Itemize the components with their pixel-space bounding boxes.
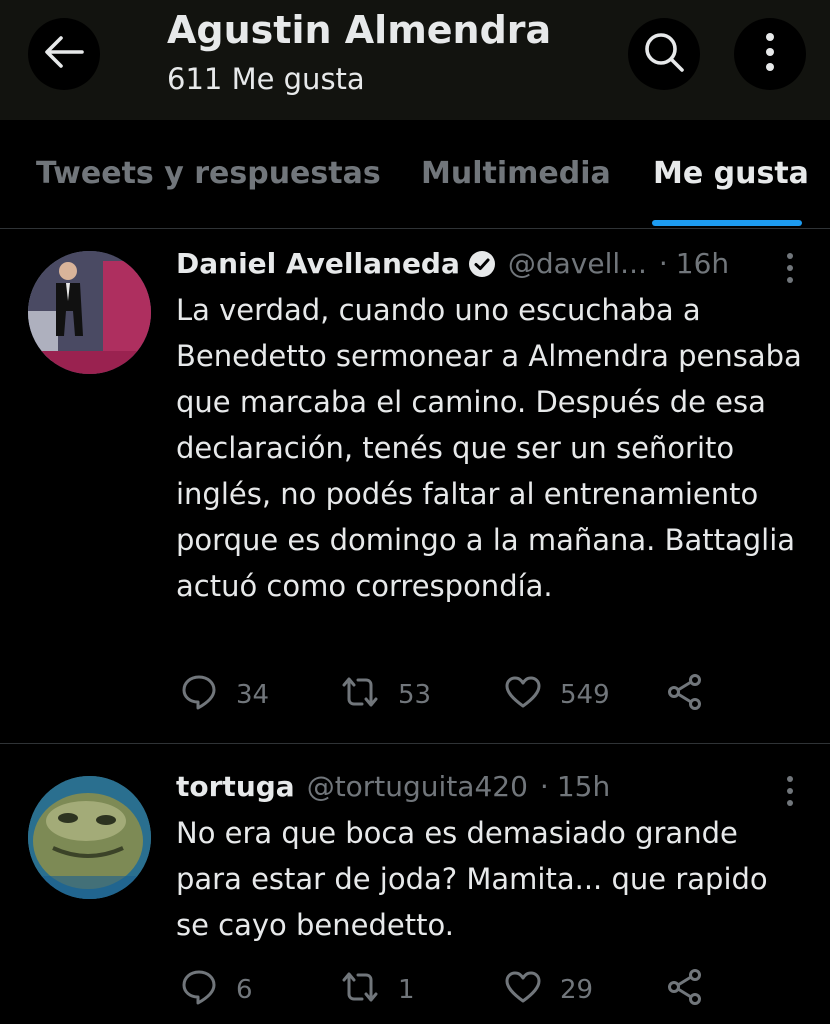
like-count: 549 — [560, 680, 610, 710]
separator-dot: · — [658, 247, 668, 280]
search-icon — [643, 31, 685, 77]
retweet-icon — [340, 675, 380, 716]
like-button[interactable]: 549 — [504, 675, 610, 715]
profile-tabs: Tweets y respuestas Multimedia Me gusta — [0, 120, 830, 229]
tweet-more-button[interactable] — [780, 776, 800, 806]
verified-badge-icon — [468, 250, 496, 278]
tweet-more-button[interactable] — [780, 253, 800, 283]
retweet-button[interactable]: 1 — [340, 970, 415, 1010]
reply-button[interactable]: 6 — [180, 970, 253, 1010]
arrow-left-icon — [44, 35, 84, 73]
tweet-header: tortuga @tortuguita420 · 15h — [176, 770, 610, 803]
tab-likes[interactable]: Me gusta — [653, 156, 809, 191]
reply-icon — [180, 673, 218, 718]
back-button[interactable] — [28, 18, 100, 90]
tab-media[interactable]: Multimedia — [421, 156, 611, 191]
likes-count-subtitle: 611 Me gusta — [167, 62, 365, 96]
avatar[interactable] — [28, 251, 151, 374]
heart-icon — [504, 970, 542, 1011]
tweet-time[interactable]: 15h — [557, 770, 610, 803]
tweet-actions: 34 53 549 — [176, 673, 736, 718]
author-handle[interactable]: @davell... — [508, 247, 647, 280]
reply-button[interactable]: 34 — [180, 675, 269, 715]
retweet-icon — [340, 970, 380, 1011]
share-button[interactable] — [666, 968, 704, 1013]
more-options-button[interactable] — [734, 18, 806, 90]
reply-count: 6 — [236, 975, 253, 1005]
profile-name-title: Agustin Almendra — [167, 8, 552, 52]
reply-count: 34 — [236, 680, 270, 710]
separator-dot: · — [539, 770, 549, 803]
author-handle[interactable]: @tortuguita420 — [307, 770, 528, 803]
retweet-count: 1 — [398, 975, 415, 1005]
tab-tweets-replies[interactable]: Tweets y respuestas — [36, 156, 381, 191]
heart-icon — [504, 675, 542, 716]
more-vertical-icon — [764, 32, 776, 76]
like-button[interactable]: 29 — [504, 970, 593, 1010]
tweet-text: La verdad, cuando uno escuchaba a Benede… — [176, 293, 802, 603]
tweet[interactable]: tortuga @tortuguita420 · 15h No era que … — [0, 744, 830, 1024]
author-name[interactable]: Daniel Avellaneda — [176, 247, 460, 280]
author-name[interactable]: tortuga — [176, 770, 295, 803]
share-icon — [666, 673, 704, 718]
tweet-actions: 6 1 29 — [176, 968, 736, 1013]
retweet-count: 53 — [398, 680, 432, 710]
avatar[interactable] — [28, 776, 151, 899]
active-tab-indicator — [652, 220, 802, 226]
reply-icon — [180, 968, 218, 1013]
search-button[interactable] — [628, 18, 700, 90]
retweet-button[interactable]: 53 — [340, 675, 431, 715]
tweet-header: Daniel Avellaneda @davell... · 16h — [176, 247, 729, 280]
share-icon — [666, 968, 704, 1013]
tweet-time[interactable]: 16h — [676, 247, 729, 280]
tweet[interactable]: Daniel Avellaneda @davell... · 16h La ve… — [0, 229, 830, 744]
share-button[interactable] — [666, 673, 704, 718]
top-bar: Agustin Almendra 611 Me gusta — [0, 0, 830, 120]
tweet-text: No era que boca es demasiado grande para… — [176, 816, 768, 942]
like-count: 29 — [560, 975, 594, 1005]
